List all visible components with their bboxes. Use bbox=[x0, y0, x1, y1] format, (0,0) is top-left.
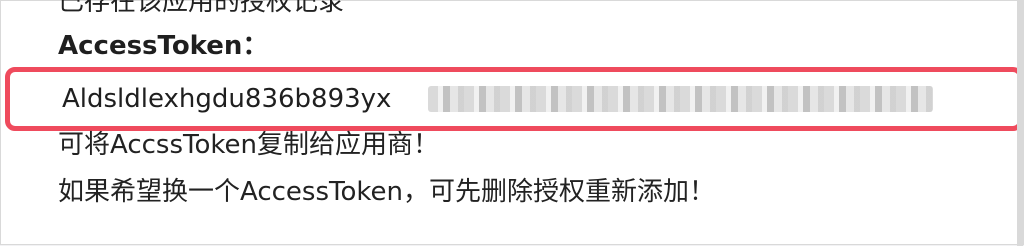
access-token-label: AccessToken： bbox=[58, 31, 269, 61]
copy-token-hint: 可将AccssToken复制给应用商！ bbox=[58, 130, 439, 160]
window-edge bbox=[1017, 1, 1023, 246]
access-token-highlight-box[interactable]: Aldsldlexhgdu836b893yx bbox=[5, 67, 1023, 131]
authorization-message-panel: 已存在该应用的授权记录 AccessToken： Aldsldlexhgdu83… bbox=[0, 0, 1024, 246]
access-token-value[interactable]: Aldsldlexhgdu836b893yx bbox=[62, 82, 391, 116]
replace-token-hint: 如果希望换一个AccessToken，可先删除授权重新添加！ bbox=[58, 177, 715, 207]
existing-auth-record-text: 已存在该应用的授权记录 bbox=[58, 0, 345, 17]
redacted-token-part bbox=[428, 86, 933, 112]
